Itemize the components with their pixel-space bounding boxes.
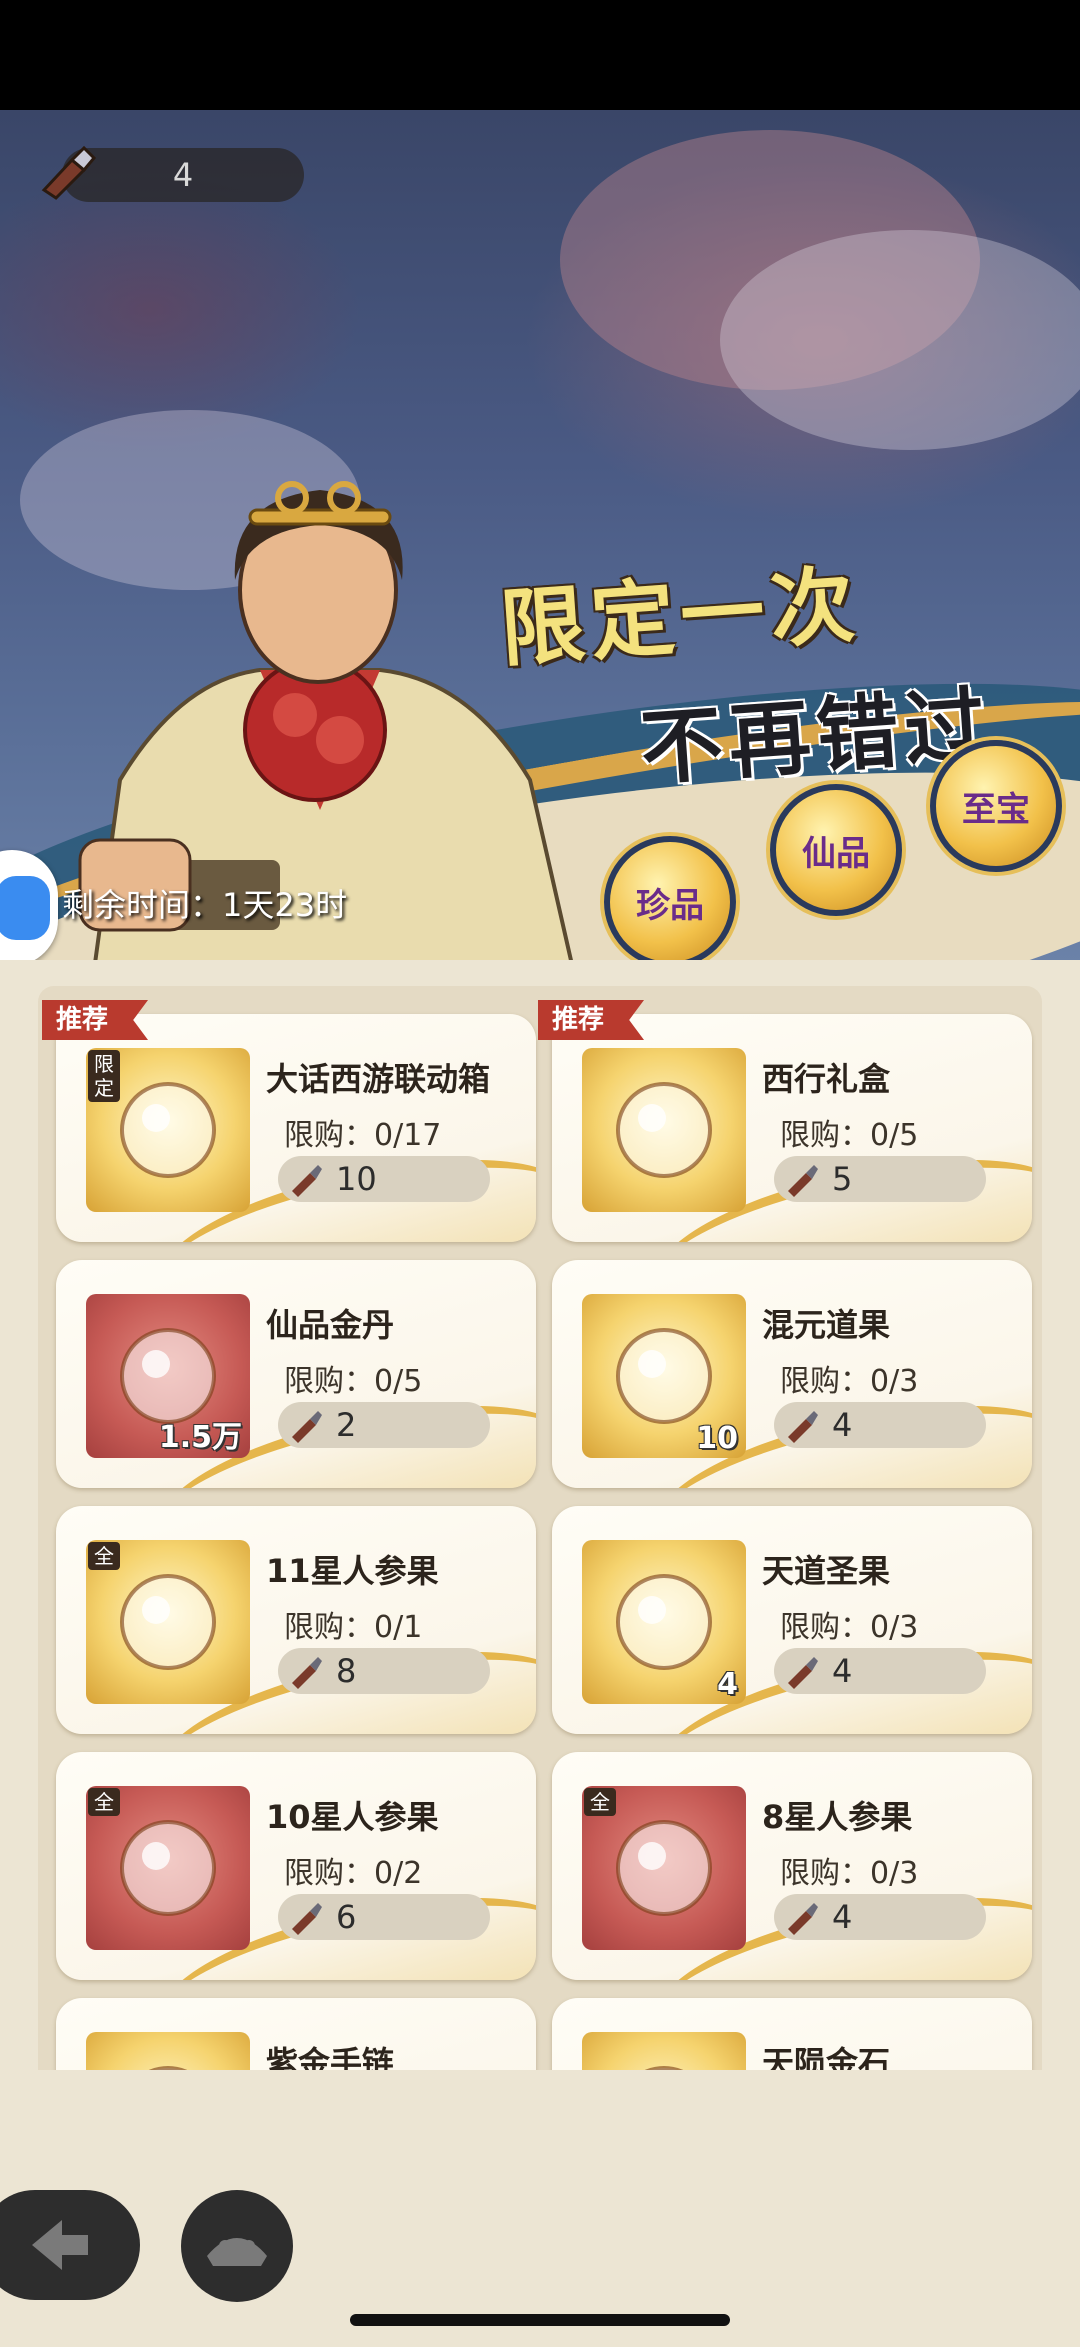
purchase-limit: 限购：0/5 xyxy=(284,1364,423,1399)
purchase-limit: 限购：0/17 xyxy=(284,1118,442,1153)
corner-label: 全 xyxy=(88,1788,120,1816)
brush-currency-icon xyxy=(41,145,96,200)
currency-display: 4 xyxy=(38,145,304,202)
product-card[interactable]: 11星人参果 限购：0/1 8 全 xyxy=(56,1506,536,1734)
price-value: 4 xyxy=(832,1652,853,1690)
purchase-limit: 限购：0/1 xyxy=(284,1610,423,1645)
recommend-tag: 推荐 xyxy=(538,1000,645,1040)
brush-currency-icon xyxy=(788,1165,818,1197)
product-name: 混元道果 xyxy=(762,1306,891,1344)
product-name: 大话西游联动箱 xyxy=(266,1060,491,1098)
home-button[interactable] xyxy=(181,2190,293,2302)
product-card[interactable]: 8星人参果限购：0/3 4 全 xyxy=(552,1752,1032,1980)
home-indicator xyxy=(350,2314,730,2326)
brush-currency-icon xyxy=(788,1411,818,1443)
product-card[interactable]: 紫金手链 xyxy=(56,1998,536,2070)
product-thumbnail xyxy=(582,2032,746,2070)
price-value: 2 xyxy=(336,1406,357,1444)
price-pill[interactable]: 10 xyxy=(278,1156,490,1202)
quantity-badge: 4 xyxy=(717,1667,738,1702)
brush-currency-icon xyxy=(292,1903,322,1935)
quantity-badge: 10 xyxy=(696,1421,738,1456)
corner-label: 全 xyxy=(88,1542,120,1570)
purchase-limit: 限购：0/3 xyxy=(780,1610,919,1645)
product-name: 天陨金石 xyxy=(762,2044,891,2070)
product-card[interactable]: 西行礼盒限购：0/5 5 xyxy=(552,1014,1032,1242)
product-name: 天道圣果 xyxy=(762,1552,891,1590)
price-value: 4 xyxy=(832,1406,853,1444)
price-pill[interactable]: 4 xyxy=(774,1648,986,1694)
shop-content: 大话西游联动箱 限购：0/17 10 限定 推荐 西行礼盒 限购：0/5 5 推荐 1.5万 仙品金… xyxy=(0,960,1080,2070)
product-name: 西行礼盒 xyxy=(762,1060,891,1098)
recommend-tag: 推荐 xyxy=(42,1000,149,1040)
product-name: 10星人参果 xyxy=(266,1798,439,1836)
bracelet-icon xyxy=(148,2066,188,2070)
product-name: 仙品金丹 xyxy=(266,1306,395,1344)
brush-currency-icon xyxy=(788,1657,818,1689)
arrow-left-icon xyxy=(32,2220,88,2270)
price-pill[interactable]: 5 xyxy=(774,1156,986,1202)
product-card[interactable]: 4 天道圣果限购：0/3 4 xyxy=(552,1506,1032,1734)
price-value: 6 xyxy=(336,1898,357,1936)
price-pill[interactable]: 8 xyxy=(278,1648,490,1694)
tier-button-xianpin[interactable]: 仙品 xyxy=(770,784,902,916)
smoke-decoration xyxy=(720,230,1080,450)
meteor-stone-icon xyxy=(644,2066,684,2070)
purchase-limit: 限购：0/3 xyxy=(780,1856,919,1891)
product-thumbnail xyxy=(582,1048,746,1212)
product-card[interactable]: 1.5万 仙品金丹限购：0/5 2 xyxy=(56,1260,536,1488)
product-thumbnail: 1.5万 xyxy=(86,1294,250,1458)
product-card[interactable]: 10 混元道果限购：0/3 4 xyxy=(552,1260,1032,1488)
purchase-limit: 限购：0/2 xyxy=(284,1856,423,1891)
product-card[interactable]: 大话西游联动箱限购：0/17 10 限定 xyxy=(56,1014,536,1242)
price-pill[interactable]: 6 xyxy=(278,1894,490,1940)
corner-label: 限定 xyxy=(88,1050,120,1102)
gift-chest-icon xyxy=(616,1082,712,1178)
back-button[interactable] xyxy=(0,2190,140,2300)
product-card[interactable]: 10星人参果 限购：0/2 6 全 xyxy=(56,1752,536,1980)
brush-currency-icon xyxy=(788,1903,818,1935)
price-value: 4 xyxy=(832,1898,853,1936)
brush-currency-icon xyxy=(292,1411,322,1443)
product-thumbnail xyxy=(86,2032,250,2070)
purchase-limit: 限购：0/5 xyxy=(780,1118,919,1153)
price-pill[interactable]: 4 xyxy=(774,1402,986,1448)
brush-currency-icon xyxy=(292,1165,322,1197)
tier-button-zhibao[interactable]: 至宝 xyxy=(930,740,1062,872)
banner: 限定一次 不再错过 珍品 仙品 至宝 剩余时间：1天23时 xyxy=(0,110,1080,990)
brush-currency-icon xyxy=(292,1657,322,1689)
product-thumbnail: 4 xyxy=(582,1540,746,1704)
slogan-line1: 限定一次 xyxy=(497,554,864,679)
home-creature-icon xyxy=(207,2238,267,2266)
currency-value: 4 xyxy=(172,156,194,194)
product-name: 8星人参果 xyxy=(762,1798,913,1836)
price-value: 8 xyxy=(336,1652,357,1690)
status-bar xyxy=(0,0,1080,110)
product-card[interactable]: 天陨金石 xyxy=(552,1998,1032,2070)
price-value: 10 xyxy=(336,1160,377,1198)
quantity-badge: 1.5万 xyxy=(158,1420,242,1455)
cat-icon xyxy=(0,876,50,940)
remaining-time: 剩余时间：1天23时 xyxy=(62,886,348,924)
tier-button-zhenpin[interactable]: 珍品 xyxy=(604,836,736,968)
bottom-bar xyxy=(0,2070,1080,2347)
product-name: 紫金手链 xyxy=(266,2044,395,2070)
price-value: 5 xyxy=(832,1160,853,1198)
price-pill[interactable]: 4 xyxy=(774,1894,986,1940)
product-name: 11星人参果 xyxy=(266,1552,439,1590)
product-thumbnail: 10 xyxy=(582,1294,746,1458)
corner-label: 全 xyxy=(584,1788,616,1816)
price-pill[interactable]: 2 xyxy=(278,1402,490,1448)
purchase-limit: 限购：0/3 xyxy=(780,1364,919,1399)
